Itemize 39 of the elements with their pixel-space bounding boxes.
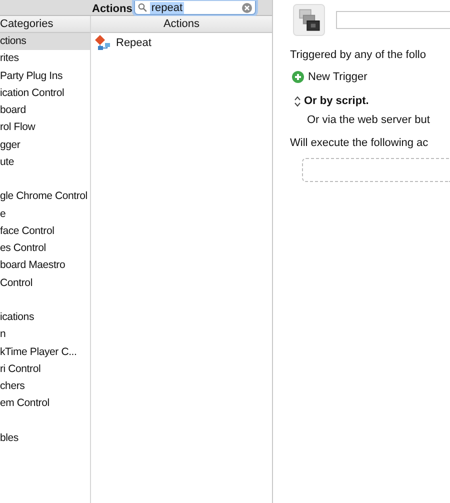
column-header[interactable]: Actions (91, 16, 272, 33)
trigger-intro-text: Triggered by any of the follo (290, 49, 427, 62)
action-item[interactable]: Repeat (116, 37, 152, 49)
category-item[interactable]: em Control (0, 395, 90, 412)
category-item[interactable]: ications (0, 309, 90, 326)
script-toggle[interactable]: Or by script. (294, 95, 450, 107)
search-icon (138, 3, 148, 12)
new-trigger-button[interactable]: New Trigger (292, 71, 450, 83)
clear-icon[interactable] (242, 2, 252, 12)
web-server-text: Or via the web server but (307, 114, 431, 127)
execute-intro-text: Will execute the following ac (290, 137, 430, 150)
category-item[interactable]: ication Control (0, 84, 90, 102)
macro-icon[interactable] (293, 4, 325, 36)
category-item[interactable]: rites (0, 50, 90, 68)
category-item[interactable]: face Control (0, 222, 90, 240)
category-item[interactable]: kTime Player C... (0, 344, 90, 361)
macro-name-field[interactable] (336, 10, 450, 28)
category-item[interactable]: gger (0, 136, 90, 154)
repeat-action-icon (95, 35, 111, 51)
category-item[interactable]: es Control (0, 240, 90, 258)
category-item[interactable]: Party Plug Ins (0, 68, 90, 85)
category-item[interactable]: board Maestro (0, 257, 90, 274)
category-item[interactable]: n (0, 326, 90, 344)
toolbar-label: Actions (92, 3, 132, 15)
action-drop-area[interactable] (302, 158, 450, 182)
category-item[interactable]: board (0, 102, 90, 120)
category-item[interactable]: gle Chrome Control (0, 188, 90, 206)
category-item[interactable]: Control (0, 274, 90, 292)
category-item[interactable]: ute (0, 154, 90, 171)
column-header[interactable]: Categories (0, 16, 90, 33)
up-down-chevron-icon (294, 96, 301, 106)
category-item[interactable]: e (0, 206, 90, 223)
category-item[interactable]: ctions (0, 33, 90, 50)
category-item[interactable]: rol Flow (0, 119, 90, 136)
category-item[interactable]: bles (0, 430, 90, 447)
category-item[interactable]: ri Control (0, 360, 90, 378)
plus-icon (292, 71, 304, 83)
search-field[interactable]: repeat (134, 1, 256, 15)
category-item[interactable]: chers (0, 378, 90, 396)
